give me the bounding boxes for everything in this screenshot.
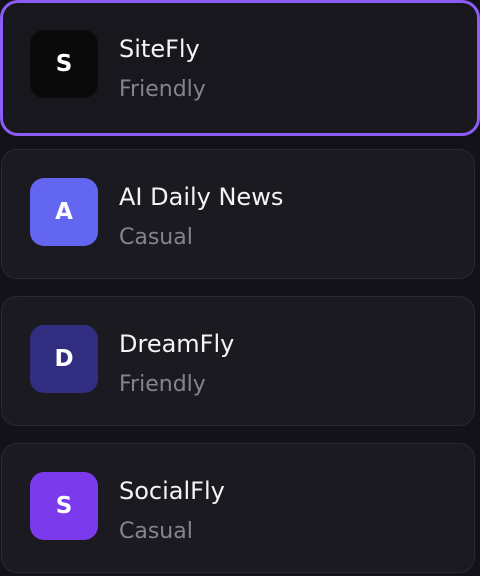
agent-name: AI Daily News <box>119 183 284 211</box>
agent-list: S SiteFly Friendly A AI Daily News Casua… <box>0 0 480 576</box>
agent-card-sitefly[interactable]: S SiteFly Friendly <box>0 0 480 136</box>
agent-tone: Casual <box>119 225 193 250</box>
agent-name: SocialFly <box>119 477 225 505</box>
agent-avatar: A <box>30 178 98 246</box>
avatar-letter: S <box>55 51 73 77</box>
avatar-letter: A <box>55 199 73 225</box>
agent-avatar: S <box>30 30 98 98</box>
agent-name: DreamFly <box>119 330 235 358</box>
agent-name: SiteFly <box>119 35 200 63</box>
agent-avatar: D <box>30 325 98 393</box>
agent-tone: Friendly <box>119 77 206 102</box>
agent-avatar: S <box>30 472 98 540</box>
agent-card-dreamfly[interactable]: D DreamFly Friendly <box>1 296 475 426</box>
agent-tone: Friendly <box>119 372 206 397</box>
avatar-letter: S <box>55 493 73 519</box>
agent-tone: Casual <box>119 519 193 544</box>
avatar-letter: D <box>54 346 74 372</box>
agent-card-socialfly[interactable]: S SocialFly Casual <box>1 443 475 573</box>
agent-card-ai-daily-news[interactable]: A AI Daily News Casual <box>1 149 475 279</box>
